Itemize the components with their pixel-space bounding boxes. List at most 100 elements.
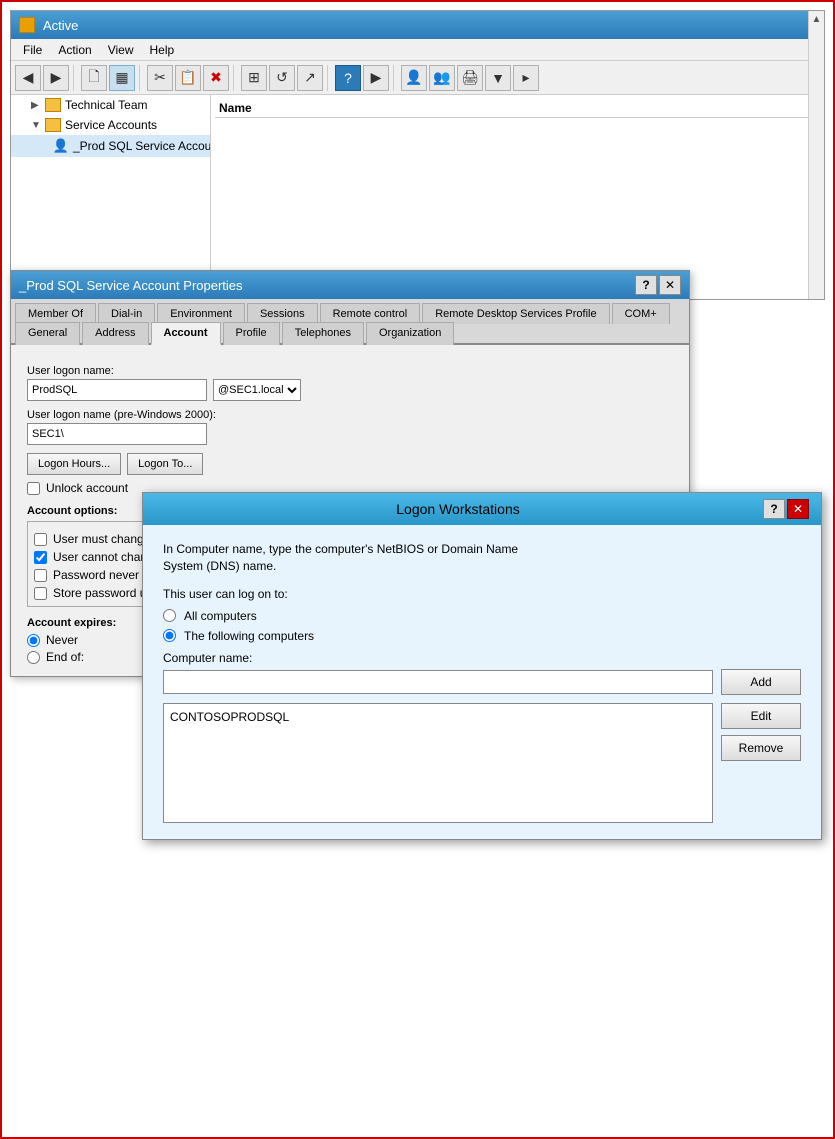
option-checkbox-2[interactable] bbox=[34, 569, 47, 582]
logon-buttons-row: Logon Hours... Logon To... bbox=[27, 453, 673, 475]
option-checkbox-0[interactable] bbox=[34, 533, 47, 546]
tree-item-service-accounts[interactable]: ▼ Service Accounts bbox=[11, 115, 210, 135]
tab-remote-control[interactable]: Remote control bbox=[320, 303, 421, 324]
expander-service-accounts[interactable]: ▼ bbox=[31, 120, 43, 131]
delete-button[interactable]: ✖ bbox=[203, 65, 229, 91]
run-button[interactable]: ▶ bbox=[363, 65, 389, 91]
filter-button[interactable]: ▼ bbox=[485, 65, 511, 91]
menu-action[interactable]: Action bbox=[50, 41, 99, 59]
refresh-button[interactable]: ↺ bbox=[269, 65, 295, 91]
tab-address[interactable]: Address bbox=[82, 322, 148, 345]
computer-list-area: CONTOSOPRODSQL Edit Remove bbox=[163, 703, 801, 823]
option-checkbox-1[interactable] bbox=[34, 551, 47, 564]
menu-view[interactable]: View bbox=[100, 41, 142, 59]
toolbar-sep-5 bbox=[393, 65, 397, 91]
never-radio[interactable] bbox=[27, 634, 40, 647]
tab-environment[interactable]: Environment bbox=[157, 303, 245, 324]
list-action-buttons: Edit Remove bbox=[721, 703, 801, 823]
all-computers-option: All computers bbox=[163, 609, 801, 623]
tab-general[interactable]: General bbox=[15, 322, 80, 345]
copy-button[interactable]: 📋 bbox=[175, 65, 201, 91]
mmc-title: Active bbox=[43, 18, 816, 33]
toolbar-sep-3 bbox=[233, 65, 237, 91]
column-header-name: Name bbox=[215, 99, 820, 118]
user-logon-pre2000-row bbox=[27, 423, 673, 445]
print-button[interactable]: 🖨 bbox=[457, 65, 483, 91]
forward-button[interactable]: ▶ bbox=[43, 65, 69, 91]
tab-member-of[interactable]: Member Of bbox=[15, 303, 96, 324]
user-logon-pre2000-input[interactable] bbox=[27, 423, 207, 445]
computer-name-input[interactable] bbox=[163, 670, 713, 694]
logon-desc-line1: In Computer name, type the computer's Ne… bbox=[163, 542, 518, 556]
logon-close-button[interactable]: ✕ bbox=[787, 499, 809, 519]
computer-list-container: CONTOSOPRODSQL bbox=[163, 703, 713, 823]
endof-radio[interactable] bbox=[27, 651, 40, 664]
users-button[interactable]: 👥 bbox=[429, 65, 455, 91]
back-button[interactable]: ◀ bbox=[15, 65, 41, 91]
tab-account[interactable]: Account bbox=[151, 322, 221, 345]
endof-label: End of: bbox=[46, 650, 84, 664]
cut-button[interactable]: ✂ bbox=[147, 65, 173, 91]
tree-label-prod-sql: _Prod SQL Service Account bbox=[73, 139, 210, 153]
toolbar-sep-2 bbox=[139, 65, 143, 91]
tab-com[interactable]: COM+ bbox=[612, 303, 670, 324]
tree-label-technical-team: Technical Team bbox=[65, 98, 148, 112]
user-logon-name-input[interactable] bbox=[27, 379, 207, 401]
folder-icon-technical-team bbox=[45, 98, 61, 112]
scroll-indicator: ▲ bbox=[808, 11, 824, 299]
export-button[interactable]: ↗ bbox=[297, 65, 323, 91]
toolbar: ◀ ▶ 🗋 ▦ ✂ 📋 ✖ ⊞ ↺ ↗ ? ▶ 👤 👥 🖨 ▼ ▸ bbox=[11, 61, 824, 95]
props-close-button[interactable]: ✕ bbox=[659, 275, 681, 295]
edit-button[interactable]: Edit bbox=[721, 703, 801, 729]
add-button[interactable]: Add bbox=[721, 669, 801, 695]
tree-label-service-accounts: Service Accounts bbox=[65, 118, 157, 132]
following-computers-option: The following computers bbox=[163, 629, 801, 643]
user-logon-pre2000-label: User logon name (pre-Windows 2000): bbox=[27, 409, 673, 421]
user-logon-name-row: @SEC1.local bbox=[27, 379, 673, 401]
logon-titlebar: Logon Workstations ? ✕ bbox=[143, 493, 821, 525]
mmc-window: Active File Action View Help ◀ ▶ 🗋 ▦ ✂ 📋… bbox=[10, 10, 825, 300]
tree-item-prod-sql[interactable]: 👤 _Prod SQL Service Account bbox=[11, 135, 210, 157]
user-button[interactable]: 👤 bbox=[401, 65, 427, 91]
logon-workstations-button[interactable]: Logon To... bbox=[127, 453, 203, 475]
logon-desc-line2: System (DNS) name. bbox=[163, 559, 276, 573]
user-icon-prod-sql: 👤 bbox=[53, 138, 69, 154]
remove-button[interactable]: Remove bbox=[721, 735, 801, 761]
following-computers-radio[interactable] bbox=[163, 629, 176, 642]
unlock-label: Unlock account bbox=[46, 481, 128, 495]
unlock-checkbox[interactable] bbox=[27, 482, 40, 495]
computer-list-item-0[interactable]: CONTOSOPRODSQL bbox=[170, 710, 289, 724]
more-button[interactable]: ▸ bbox=[513, 65, 539, 91]
props-help-button[interactable]: ? bbox=[635, 275, 657, 295]
computer-list: CONTOSOPRODSQL bbox=[163, 703, 713, 823]
tree-item-technical-team[interactable]: ▶ Technical Team bbox=[11, 95, 210, 115]
all-computers-label: All computers bbox=[184, 609, 257, 623]
user-logon-name-label: User logon name: bbox=[27, 365, 673, 377]
folder-icon-service-accounts bbox=[45, 118, 61, 132]
tabs-row: Member Of Dial-in Environment Sessions R… bbox=[11, 299, 689, 345]
mmc-title-icon bbox=[19, 17, 35, 33]
toolbar-sep-4 bbox=[327, 65, 331, 91]
properties-button[interactable]: ⊞ bbox=[241, 65, 267, 91]
tab-sessions[interactable]: Sessions bbox=[247, 303, 318, 324]
expander-technical-team[interactable]: ▶ bbox=[31, 100, 43, 111]
domain-dropdown[interactable]: @SEC1.local bbox=[213, 379, 301, 401]
logon-workstations-dialog: Logon Workstations ? ✕ In Computer name,… bbox=[142, 492, 822, 840]
logon-section-label: This user can log on to: bbox=[163, 587, 801, 601]
tab-profile[interactable]: Profile bbox=[223, 322, 280, 345]
menu-file[interactable]: File bbox=[15, 41, 50, 59]
logon-help-button[interactable]: ? bbox=[763, 499, 785, 519]
view-button[interactable]: ▦ bbox=[109, 65, 135, 91]
logon-hours-button[interactable]: Logon Hours... bbox=[27, 453, 121, 475]
all-computers-radio[interactable] bbox=[163, 609, 176, 622]
scroll-up[interactable]: ▲ bbox=[809, 11, 825, 27]
tab-dial-in[interactable]: Dial-in bbox=[98, 303, 155, 324]
right-panel: Name bbox=[211, 95, 824, 299]
tab-telephones[interactable]: Telephones bbox=[282, 322, 364, 345]
menu-help[interactable]: Help bbox=[142, 41, 183, 59]
option-checkbox-3[interactable] bbox=[34, 587, 47, 600]
help-button[interactable]: ? bbox=[335, 65, 361, 91]
tab-organization[interactable]: Organization bbox=[366, 322, 454, 345]
new-window-button[interactable]: 🗋 bbox=[81, 65, 107, 91]
tab-rdp[interactable]: Remote Desktop Services Profile bbox=[422, 303, 609, 324]
